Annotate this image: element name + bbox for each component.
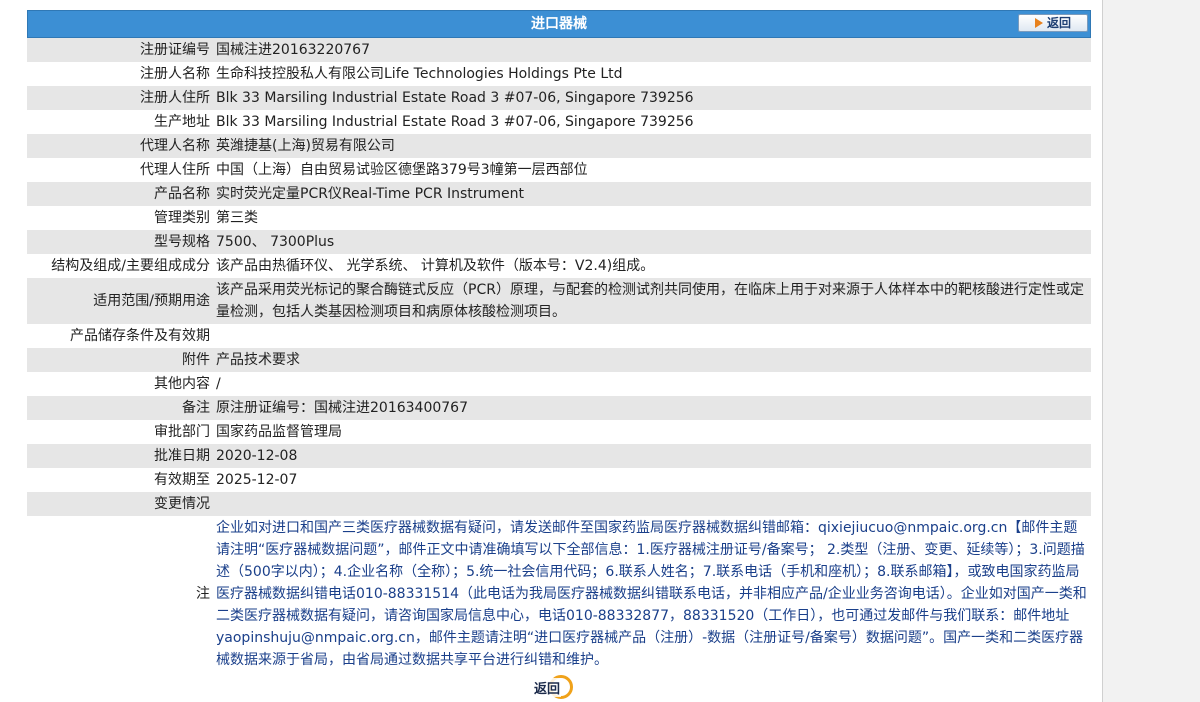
field-value [213, 492, 1091, 516]
field-label: 注册证编号 [27, 38, 213, 62]
table-row: 批准日期 2020-12-08 [27, 444, 1091, 468]
device-detail-panel: 进口器械 返回 注册证编号 国械注进20163220767 注册人名称 生命科技… [27, 10, 1091, 672]
field-label: 产品名称 [27, 182, 213, 206]
field-label: 附件 [27, 348, 213, 372]
table-row: 审批部门 国家药品监督管理局 [27, 420, 1091, 444]
field-value: 2025-12-07 [213, 468, 1091, 492]
field-label: 代理人名称 [27, 134, 213, 158]
table-row: 结构及组成/主要组成成分 该产品由热循环仪、 光学系统、 计算机及软件（版本号：… [27, 254, 1091, 278]
field-label: 注册人住所 [27, 86, 213, 110]
note-text: 企业如对进口和国产三类医疗器械数据有疑问，请发送邮件至国家药监局医疗器械数据纠错… [213, 516, 1091, 672]
field-label: 变更情况 [27, 492, 213, 516]
field-value: 中国（上海）自由贸易试验区德堡路379号3幢第一层西部位 [213, 158, 1091, 182]
table-row: 注册证编号 国械注进20163220767 [27, 38, 1091, 62]
field-label: 注册人名称 [27, 62, 213, 86]
field-label: 适用范围/预期用途 [27, 278, 213, 324]
back-button-top[interactable]: 返回 [1018, 14, 1088, 32]
table-row: 生产地址 Blk 33 Marsiling Industrial Estate … [27, 110, 1091, 134]
device-info-table: 注册证编号 国械注进20163220767 注册人名称 生命科技控股私人有限公司… [27, 38, 1091, 672]
field-value: / [213, 372, 1091, 396]
field-value: 7500、 7300Plus [213, 230, 1091, 254]
field-label: 结构及组成/主要组成成分 [27, 254, 213, 278]
table-row: 附件 产品技术要求 [27, 348, 1091, 372]
field-label: 生产地址 [27, 110, 213, 134]
table-row: 代理人名称 英潍捷基(上海)贸易有限公司 [27, 134, 1091, 158]
field-label: 型号规格 [27, 230, 213, 254]
field-value: 国家药品监督管理局 [213, 420, 1091, 444]
field-label: 审批部门 [27, 420, 213, 444]
field-value: 产品技术要求 [213, 348, 1091, 372]
field-value: Blk 33 Marsiling Industrial Estate Road … [213, 110, 1091, 134]
arrow-right-icon [1034, 18, 1043, 28]
field-value: 2020-12-08 [213, 444, 1091, 468]
table-row: 注册人名称 生命科技控股私人有限公司Life Technologies Hold… [27, 62, 1091, 86]
table-row: 有效期至 2025-12-07 [27, 468, 1091, 492]
page-right-margin [1102, 0, 1200, 702]
back-button-top-label: 返回 [1046, 16, 1071, 30]
field-value: 原注册证编号：国械注进20163400767 [213, 396, 1091, 420]
table-row: 注册人住所 Blk 33 Marsiling Industrial Estate… [27, 86, 1091, 110]
field-label: 其他内容 [27, 372, 213, 396]
field-label: 代理人住所 [27, 158, 213, 182]
field-value [213, 324, 1091, 348]
table-row: 备注 原注册证编号：国械注进20163400767 [27, 396, 1091, 420]
note-label: 注 [27, 516, 213, 672]
table-row: 代理人住所 中国（上海）自由贸易试验区德堡路379号3幢第一层西部位 [27, 158, 1091, 182]
field-value: 该产品采用荧光标记的聚合酶链式反应（PCR）原理，与配套的检测试剂共同使用，在临… [213, 278, 1091, 324]
panel-title-bar: 进口器械 返回 [27, 10, 1091, 38]
field-label: 产品储存条件及有效期 [27, 324, 213, 348]
table-row: 产品名称 实时荧光定量PCR仪Real-Time PCR Instrument [27, 182, 1091, 206]
field-value: 生命科技控股私人有限公司Life Technologies Holdings P… [213, 62, 1091, 86]
back-button-bottom[interactable]: 返回 [531, 674, 585, 700]
field-label: 备注 [27, 396, 213, 420]
field-value: Blk 33 Marsiling Industrial Estate Road … [213, 86, 1091, 110]
back-button-bottom-label: 返回 [533, 678, 562, 697]
field-value: 英潍捷基(上海)贸易有限公司 [213, 134, 1091, 158]
field-value: 第三类 [213, 206, 1091, 230]
field-value: 该产品由热循环仪、 光学系统、 计算机及软件（版本号：V2.4)组成。 [213, 254, 1091, 278]
table-row: 其他内容 / [27, 372, 1091, 396]
table-row: 管理类别 第三类 [27, 206, 1091, 230]
field-value: 国械注进20163220767 [213, 38, 1091, 62]
field-label: 有效期至 [27, 468, 213, 492]
page-title: 进口器械 [531, 16, 587, 32]
table-row-note: 注 企业如对进口和国产三类医疗器械数据有疑问，请发送邮件至国家药监局医疗器械数据… [27, 516, 1091, 672]
field-label: 批准日期 [27, 444, 213, 468]
field-value: 实时荧光定量PCR仪Real-Time PCR Instrument [213, 182, 1091, 206]
table-row: 产品储存条件及有效期 [27, 324, 1091, 348]
table-row: 适用范围/预期用途 该产品采用荧光标记的聚合酶链式反应（PCR）原理，与配套的检… [27, 278, 1091, 324]
table-row: 型号规格 7500、 7300Plus [27, 230, 1091, 254]
field-label: 管理类别 [27, 206, 213, 230]
table-row: 变更情况 [27, 492, 1091, 516]
